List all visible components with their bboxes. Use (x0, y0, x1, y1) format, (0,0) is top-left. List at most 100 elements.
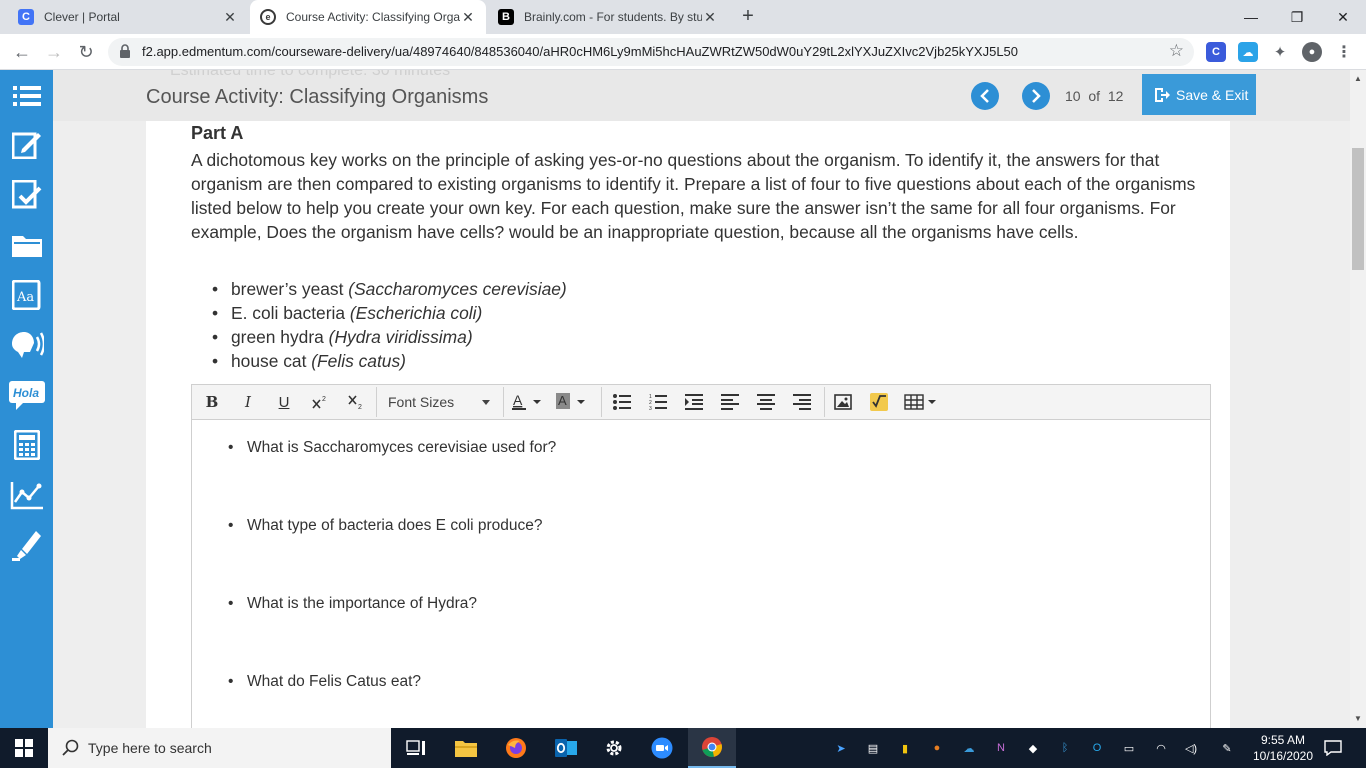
tray-security-icon[interactable]: ▮ (896, 739, 914, 757)
scroll-down-arrow-icon[interactable]: ▼ (1353, 714, 1363, 724)
list-item[interactable]: What is the importance of Hydra? (228, 595, 556, 673)
calculator-icon[interactable] (8, 427, 46, 463)
bold-button[interactable]: B (198, 389, 226, 415)
superscript-icon[interactable]: 2 (306, 389, 334, 415)
outlook-tray-icon[interactable]: O (1088, 739, 1106, 757)
tab-clever-portal[interactable]: C Clever | Portal ✕ (8, 0, 248, 34)
list-item[interactable]: What type of bacteria does E coli produc… (228, 517, 556, 595)
reload-icon[interactable]: ↻ (74, 40, 98, 64)
dictionary-icon[interactable]: Aa (8, 277, 46, 313)
save-exit-button[interactable]: Save & Exit (1142, 74, 1256, 115)
activity-content: Part A A dichotomous key works on the pr… (146, 121, 1230, 728)
clever-extension-icon[interactable]: C (1206, 42, 1226, 62)
align-center-icon[interactable] (752, 389, 780, 415)
highlighter-icon[interactable] (8, 527, 46, 563)
extensions-puzzle-icon[interactable]: ✦ (1270, 42, 1290, 62)
insert-table-button[interactable] (901, 389, 941, 415)
close-tab-icon[interactable]: ✕ (460, 9, 476, 26)
tray-app-icon[interactable]: ➤ (832, 739, 850, 757)
estimated-time-text: Estimated time to complete: 30 minutes (170, 70, 451, 79)
system-clock[interactable]: 9:55 AM 10/16/2020 (1248, 732, 1318, 764)
new-tab-plus-icon[interactable]: + (736, 5, 760, 29)
highlight-color-button[interactable]: A (552, 389, 592, 415)
graph-icon[interactable] (8, 477, 46, 513)
font-size-select[interactable]: Font Sizes (380, 390, 498, 414)
notes-edit-icon[interactable] (8, 127, 46, 163)
clock-date: 10/16/2020 (1252, 749, 1314, 763)
file-explorer-icon[interactable] (442, 728, 490, 768)
svg-text:2: 2 (322, 396, 326, 403)
bluetooth-icon[interactable]: ᛒ (1056, 739, 1074, 757)
address-bar[interactable]: f2.app.edmentum.com/courseware-delivery/… (108, 38, 1194, 66)
volume-icon[interactable]: ◁) (1182, 739, 1200, 757)
toolbar-divider (503, 387, 504, 417)
italic-button[interactable]: I (234, 389, 262, 415)
align-right-icon[interactable] (788, 389, 816, 415)
forward-arrow-icon[interactable]: → (42, 40, 66, 64)
onedrive-cloud-icon[interactable]: ☁ (960, 739, 978, 757)
next-page-button[interactable] (1022, 82, 1050, 110)
svg-text:A: A (513, 392, 523, 408)
tab-brainly[interactable]: B Brainly.com - For students. By stu ✕ (488, 0, 728, 34)
text-color-button[interactable]: A (508, 389, 548, 415)
restore-icon[interactable]: ❐ (1274, 0, 1320, 34)
checklist-icon[interactable] (8, 177, 46, 213)
pen-icon[interactable]: ✎ (1218, 739, 1236, 757)
toolbar-divider (376, 387, 377, 417)
firefox-icon[interactable] (492, 728, 540, 768)
tray-ball-icon[interactable]: ● (928, 739, 946, 757)
minimize-icon[interactable]: — (1228, 0, 1274, 34)
close-window-icon[interactable]: ✕ (1320, 0, 1366, 34)
windows-start-icon[interactable] (0, 728, 48, 768)
settings-gear-icon[interactable] (590, 728, 638, 768)
menu-kebab-icon[interactable]: ⋮ (1334, 42, 1354, 62)
text-to-speech-icon[interactable] (8, 327, 46, 363)
chrome-icon[interactable] (688, 728, 736, 768)
notifications-icon[interactable] (1324, 739, 1342, 757)
outlook-icon[interactable] (542, 728, 590, 768)
scroll-thumb[interactable] (1352, 148, 1364, 270)
bookmark-star-icon[interactable]: ☆ (1169, 41, 1184, 61)
brainly-favicon-icon: B (498, 9, 514, 25)
tray-printer-icon[interactable]: ▤ (864, 739, 882, 757)
tab-title: Course Activity: Classifying Orga (286, 10, 460, 24)
tab-course-activity[interactable]: e Course Activity: Classifying Orga ✕ (250, 0, 486, 34)
close-tab-icon[interactable]: ✕ (222, 9, 238, 26)
align-left-icon[interactable] (716, 389, 744, 415)
wifi-icon[interactable]: ◠ (1152, 739, 1170, 757)
bullet-list-icon[interactable] (608, 389, 636, 415)
underline-button[interactable]: U (270, 389, 298, 415)
answer-list[interactable]: What is Saccharomyces cerevisiae used fo… (228, 439, 556, 728)
outline-list-icon[interactable] (8, 78, 46, 114)
math-equation-icon[interactable] (865, 389, 893, 415)
insert-image-icon[interactable] (829, 389, 857, 415)
font-size-label: Font Sizes (388, 394, 455, 410)
page-scrollbar[interactable]: ▲ ▼ (1350, 70, 1366, 728)
battery-icon[interactable]: ▭ (1120, 739, 1138, 757)
previous-page-button[interactable] (971, 82, 999, 110)
indent-icon[interactable] (680, 389, 708, 415)
windows-taskbar: Type here to search ➤ ▤ ▮ ● ☁ N ◆ ᛒ O ▭ … (0, 728, 1366, 768)
defender-shield-icon[interactable]: ◆ (1024, 739, 1042, 757)
clever-favicon-icon: C (18, 9, 34, 25)
toolbar-divider (601, 387, 602, 417)
zoom-icon[interactable] (638, 728, 686, 768)
subscript-icon[interactable]: 2 (342, 389, 370, 415)
list-item[interactable]: What is Saccharomyces cerevisiae used fo… (228, 439, 556, 517)
cloud-extension-icon[interactable]: ☁ (1238, 42, 1258, 62)
close-tab-icon[interactable]: ✕ (702, 9, 718, 26)
folder-icon[interactable] (8, 227, 46, 263)
task-view-icon[interactable] (392, 728, 440, 768)
organism-name: house cat (231, 351, 312, 371)
onenote-icon[interactable]: N (992, 739, 1010, 757)
taskbar-search-input[interactable]: Type here to search (48, 728, 391, 768)
hola-translate-icon[interactable]: Hola (8, 377, 46, 413)
search-icon (62, 739, 79, 756)
back-arrow-icon[interactable]: ← (10, 40, 34, 64)
list-item[interactable]: What do Felis Catus eat? (228, 673, 556, 728)
profile-avatar-icon[interactable]: ● (1302, 42, 1322, 62)
scroll-up-arrow-icon[interactable]: ▲ (1353, 74, 1363, 84)
part-title: Part A (191, 123, 244, 143)
numbered-list-icon[interactable]: 123 (644, 389, 672, 415)
svg-text:A: A (558, 393, 567, 408)
